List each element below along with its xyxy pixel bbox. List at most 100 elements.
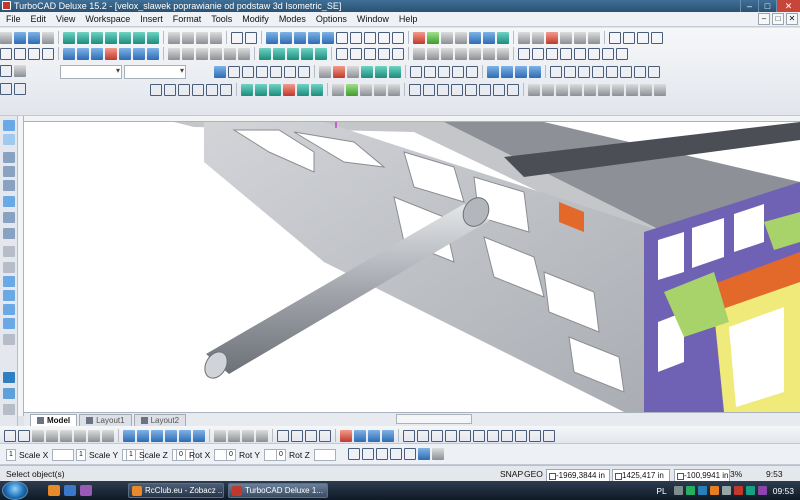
dimension-angular-icon[interactable] [350,47,362,60]
turbocad-app-icon[interactable] [2,1,11,10]
measure-palette-icon[interactable] [3,404,15,415]
menu-modes[interactable]: Modes [279,14,306,24]
sweep-icon[interactable] [224,47,236,60]
dimension-radius-icon[interactable] [364,47,376,60]
rotate-3d-icon[interactable] [137,429,149,442]
update-icon[interactable] [757,486,767,495]
symbol-icon[interactable] [347,65,359,78]
isolate-icon[interactable] [612,83,624,96]
sphere-icon[interactable] [91,31,103,44]
camera-palette-icon[interactable] [3,388,15,399]
library-icon[interactable] [588,31,600,44]
polygon-icon[interactable] [284,65,296,78]
align-3d-icon[interactable] [193,429,205,442]
offset-face-icon[interactable] [311,83,323,96]
start-button[interactable] [2,481,28,500]
render-palette-icon[interactable] [3,372,15,383]
cube-view-icon[interactable] [354,429,366,442]
slab-icon[interactable] [182,47,194,60]
arc-3pt-icon[interactable] [501,429,513,442]
menu-file[interactable]: File [6,14,21,24]
facet-icon[interactable] [168,47,180,60]
language-indicator[interactable]: PL [656,486,666,496]
view-right-icon[interactable] [378,31,390,44]
construction-circle-icon[interactable] [424,65,436,78]
scale-tool-icon[interactable] [192,83,204,96]
add-solid-icon[interactable] [74,429,86,442]
triangle-icon[interactable] [445,429,457,442]
reshape-icon[interactable] [606,65,618,78]
rot-z-value[interactable]: 0 [276,448,286,461]
attach-icon[interactable] [528,83,540,96]
tangent-line-icon[interactable] [438,65,450,78]
window-tool-icon[interactable] [389,65,401,78]
menu-edit[interactable]: Edit [31,14,47,24]
circle-3pt-icon[interactable] [431,429,443,442]
move-icon[interactable] [469,47,481,60]
smooth-icon[interactable] [634,65,646,78]
doc-restore-button[interactable]: □ [772,13,784,25]
edit-tool-icon[interactable] [340,429,352,442]
rot-y-value[interactable]: 0 [226,448,236,461]
move-face-icon[interactable] [297,83,309,96]
profile-icon[interactable] [255,83,267,96]
array-icon[interactable] [427,47,439,60]
world-coord-icon[interactable] [291,429,303,442]
helix-icon[interactable] [507,83,519,96]
distribute-icon[interactable] [592,65,604,78]
zoom-extents-icon[interactable] [308,31,320,44]
mirror-tool-icon[interactable] [206,83,218,96]
boolean-add-icon[interactable] [259,47,271,60]
polyline-palette-icon[interactable] [3,196,15,207]
local-menu-icon[interactable] [348,448,360,460]
task-turbocad[interactable]: TurboCAD Deluxe 1... [228,483,328,498]
break-icon[interactable] [616,47,628,60]
lock-icon[interactable] [556,83,568,96]
cut-icon[interactable] [168,31,180,44]
menu-window[interactable]: Window [357,14,389,24]
copy-tool-icon[interactable] [150,83,162,96]
cone-palette-icon[interactable] [3,318,15,329]
text-tool-icon[interactable] [333,65,345,78]
simplify-icon[interactable] [648,65,660,78]
view-iso-icon[interactable] [392,31,404,44]
curve-3d-icon[interactable] [529,429,541,442]
scale-y-value[interactable]: 1 [76,448,86,461]
ellipse-icon[interactable] [256,65,268,78]
mesh-icon[interactable] [501,65,513,78]
layer-icon[interactable] [0,65,12,77]
text-icon[interactable] [378,47,390,60]
snap-settings-icon[interactable] [14,83,26,95]
wall-icon[interactable] [361,65,373,78]
revolve-icon[interactable] [210,47,222,60]
extend-icon[interactable] [497,47,509,60]
show-icon[interactable] [584,83,596,96]
delete-face-icon[interactable] [283,83,295,96]
menu-workspace[interactable]: Workspace [85,14,130,24]
dimension-palette-icon[interactable] [3,262,15,273]
finish-icon[interactable] [362,448,374,460]
rot-x-value[interactable]: 0 [176,448,186,461]
wedge-icon[interactable] [133,31,145,44]
cone-icon[interactable] [105,31,117,44]
undo-icon[interactable] [231,31,243,44]
layers-icon[interactable] [427,31,439,44]
arc-tool-icon[interactable] [409,83,421,96]
tree-icon[interactable] [640,83,652,96]
horizontal-scrollbar[interactable] [396,414,472,424]
drawing-viewport[interactable] [24,122,800,412]
intersect-solid-icon[interactable] [102,429,114,442]
rot-z-input[interactable] [313,448,336,461]
detach-icon[interactable] [542,83,554,96]
scale-z-value[interactable]: 1 [126,448,136,461]
menu-insert[interactable]: Insert [140,14,163,24]
layer-dropdown[interactable] [60,65,122,79]
ortho-icon[interactable] [623,31,635,44]
extrude-palette-icon[interactable] [3,334,15,345]
box-icon[interactable] [63,31,75,44]
workplane-world-icon[interactable] [319,429,331,442]
snap-perpendicular-icon[interactable] [133,47,145,60]
maximize-button[interactable]: □ [758,0,776,12]
curve-icon[interactable] [465,83,477,96]
dimension-linear-icon[interactable] [336,47,348,60]
